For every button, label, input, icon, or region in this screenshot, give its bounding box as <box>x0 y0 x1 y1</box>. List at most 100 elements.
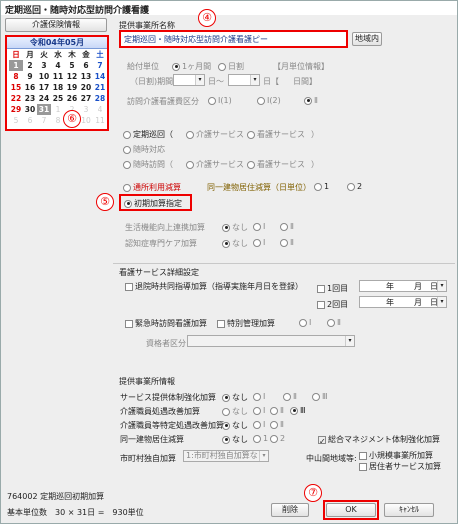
calendar-day[interactable]: 18 <box>51 82 65 93</box>
qualification-select[interactable]: ▾ <box>187 335 355 347</box>
calendar-day[interactable]: 10 <box>37 71 51 82</box>
calendar-day[interactable]: 11 <box>51 71 65 82</box>
second-date-picker[interactable]: 年 月 日 ▾ <box>359 296 447 308</box>
service-strengthen-none[interactable]: なし <box>222 392 248 403</box>
anytime-care-radio[interactable]: 介護サービス <box>186 159 244 170</box>
anytime-radio[interactable]: 随時対応 <box>123 144 165 155</box>
calendar-day[interactable]: 6 <box>79 60 93 71</box>
visit-class-opt2[interactable]: Ⅰ(2) <box>257 96 281 105</box>
delete-button[interactable]: 削除 <box>271 503 309 517</box>
dementia-none[interactable]: なし <box>222 238 248 249</box>
small-office-checkbox[interactable]: 小規模事業所加算 <box>359 450 433 461</box>
special-mgmt-opt1[interactable]: Ⅰ <box>299 318 311 327</box>
dementia-2[interactable]: Ⅱ <box>280 238 294 247</box>
calendar-day[interactable]: 2 <box>23 60 37 71</box>
first-date-picker[interactable]: 年 月 日 ▾ <box>359 280 447 292</box>
calendar-day[interactable]: 30 <box>23 104 37 115</box>
calendar-day[interactable]: 7 <box>37 115 51 126</box>
calendar-day[interactable]: 5 <box>65 60 79 71</box>
calendar-day[interactable]: 22 <box>9 93 23 104</box>
visit-class-opt1[interactable]: Ⅰ(1) <box>208 96 232 105</box>
regular-nursing-radio[interactable]: 看護サービス <box>247 129 305 140</box>
calendar-day[interactable]: 25 <box>51 93 65 104</box>
cancel-button[interactable]: ｷｬﾝｾﾙ <box>384 503 434 517</box>
calendar-day[interactable]: 20 <box>79 82 93 93</box>
anytime-visit-radio[interactable]: 随時訪問（ <box>123 159 173 170</box>
calendar-day[interactable]: 16 <box>23 82 37 93</box>
regular-patrol-radio[interactable]: 定期巡回（ <box>123 129 173 140</box>
calendar-day[interactable]: 23 <box>23 93 37 104</box>
area-button[interactable]: 地域内 <box>352 32 382 46</box>
discharge-checkbox[interactable]: 退院時共同指導加算（指導実施年月日を登録） <box>125 281 303 292</box>
calendar-day[interactable]: 10 <box>79 115 93 126</box>
service-strengthen-1[interactable]: Ⅰ <box>253 392 265 401</box>
life-func-2[interactable]: Ⅱ <box>280 222 294 231</box>
calendar-day[interactable]: 5 <box>9 115 23 126</box>
same-building-opt2[interactable]: 2 <box>347 182 362 191</box>
provider-name-field[interactable]: 定期巡回・随時対応型訪問介護看護ピー <box>119 30 348 48</box>
dementia-1[interactable]: Ⅰ <box>253 238 265 247</box>
same-building-opt1[interactable]: 1 <box>314 182 329 191</box>
calendar-day[interactable]: 1 <box>51 104 65 115</box>
calendar-day[interactable]: 6 <box>23 115 37 126</box>
municipal-select[interactable]: 1:市町村独自加算なし ▾ <box>183 450 269 462</box>
emergency-checkbox[interactable]: 緊急時訪問看護加算 <box>125 318 207 329</box>
calendar-day[interactable]: 1 <box>9 60 23 71</box>
second-date-checkbox[interactable]: 2回目 <box>317 299 348 310</box>
calendar-day[interactable]: 4 <box>51 60 65 71</box>
day-to-select[interactable]: ▾ <box>228 74 260 86</box>
same-building-reduction-1[interactable]: 1 <box>253 434 268 443</box>
treatment-improve-none[interactable]: なし <box>222 406 248 417</box>
anytime-nursing-radio[interactable]: 看護サービス <box>247 159 305 170</box>
day-from-select[interactable]: ▾ <box>173 74 205 86</box>
calendar-day[interactable]: 15 <box>9 82 23 93</box>
insurance-info-button[interactable]: 介護保険情報 <box>5 18 107 32</box>
calendar-day[interactable]: 3 <box>37 60 51 71</box>
special-mgmt-opt2[interactable]: Ⅱ <box>327 318 341 327</box>
ok-button[interactable]: OK <box>326 503 376 517</box>
calendar-day[interactable]: 29 <box>9 104 23 115</box>
comprehensive-checkbox[interactable]: ✓ 総合マネジメント体制強化加算 <box>318 434 440 446</box>
calendar-day[interactable]: 17 <box>37 82 51 93</box>
treatment-improve-3[interactable]: Ⅲ <box>290 406 306 415</box>
calendar-day[interactable]: 27 <box>79 93 93 104</box>
calendar-day[interactable]: 11 <box>93 115 107 126</box>
special-mgmt-checkbox[interactable]: 特別管理加算 <box>217 318 275 329</box>
calendar-day[interactable]: 24 <box>37 93 51 104</box>
treatment-improve-1[interactable]: Ⅰ <box>253 406 265 415</box>
same-building-reduction-2[interactable]: 2 <box>270 434 285 443</box>
mountain-label: 中山間地域等: <box>306 454 357 463</box>
commute-reduction-radio[interactable]: 通所利用減算 <box>123 182 181 193</box>
life-func-none[interactable]: なし <box>222 222 248 233</box>
calendar-day[interactable]: 9 <box>23 71 37 82</box>
calendar-day[interactable]: 19 <box>65 82 79 93</box>
unit-option-daily[interactable]: 日割 <box>218 61 244 72</box>
service-code-line: 764002 定期巡回初期加算 <box>7 492 105 501</box>
calendar-day[interactable]: 3 <box>79 104 93 115</box>
calendar-day[interactable]: 31 <box>37 104 51 115</box>
calendar-day[interactable]: 7 <box>93 60 107 71</box>
service-strengthen-2[interactable]: Ⅱ <box>283 392 297 401</box>
calendar-day[interactable]: 21 <box>93 82 107 93</box>
same-building-reduction-none[interactable]: なし <box>222 434 248 445</box>
specific-treatment-1[interactable]: Ⅰ <box>253 420 265 429</box>
visit-class-opt3[interactable]: Ⅱ <box>304 96 318 105</box>
calendar-month-label[interactable]: 令和04年05月 <box>7 37 107 49</box>
calendar-day[interactable]: 28 <box>93 93 107 104</box>
calendar-day[interactable]: 26 <box>65 93 79 104</box>
specific-treatment-2[interactable]: Ⅱ <box>270 420 284 429</box>
unit-option-month[interactable]: 1ヶ月間 <box>172 61 211 72</box>
calendar-day[interactable]: 8 <box>9 71 23 82</box>
initial-addition-radio[interactable]: 初期加算指定 <box>124 198 182 209</box>
calendar-day[interactable]: 14 <box>93 71 107 82</box>
regular-care-radio[interactable]: 介護サービス <box>186 129 244 140</box>
calendar-day[interactable]: 13 <box>79 71 93 82</box>
calendar-day[interactable]: 12 <box>65 71 79 82</box>
treatment-improve-2[interactable]: Ⅱ <box>270 406 284 415</box>
service-strengthen-3[interactable]: Ⅲ <box>312 392 328 401</box>
specific-treatment-none[interactable]: なし <box>222 420 248 431</box>
calendar-day[interactable]: 4 <box>93 104 107 115</box>
life-func-1[interactable]: Ⅰ <box>253 222 265 231</box>
first-date-checkbox[interactable]: 1回目 <box>317 283 348 294</box>
resident-service-checkbox[interactable]: 居住者サービス加算 <box>359 461 441 472</box>
